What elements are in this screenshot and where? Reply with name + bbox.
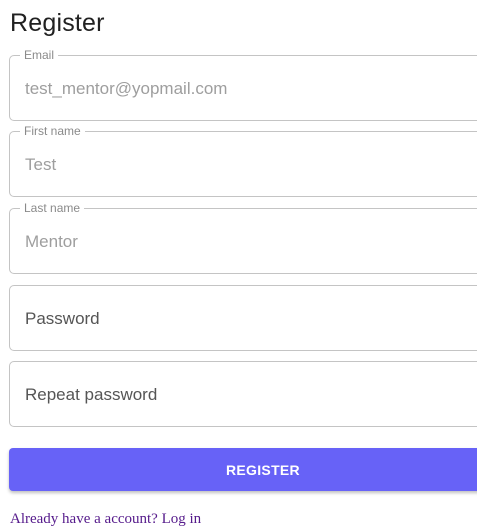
first-name-field[interactable]: First name Test [9, 124, 477, 198]
password-placeholder[interactable]: Password [25, 286, 100, 352]
first-name-value[interactable]: Test [25, 132, 56, 198]
login-link[interactable]: Log in [162, 511, 202, 527]
last-name-value[interactable]: Mentor [25, 209, 78, 275]
last-name-field[interactable]: Last name Mentor [9, 201, 477, 275]
repeat-password-field[interactable]: Repeat password [9, 361, 477, 427]
email-field[interactable]: Email test_mentor@yopmail.com [9, 48, 477, 122]
login-prompt-text: Already have a account? [10, 511, 158, 527]
email-value[interactable]: test_mentor@yopmail.com [25, 56, 227, 122]
page-title: Register [10, 9, 105, 37]
repeat-password-placeholder[interactable]: Repeat password [25, 362, 157, 428]
login-prompt: Already have a account? Log in [10, 510, 201, 528]
password-field[interactable]: Password [9, 285, 477, 351]
register-button[interactable]: REGISTER [9, 448, 477, 491]
